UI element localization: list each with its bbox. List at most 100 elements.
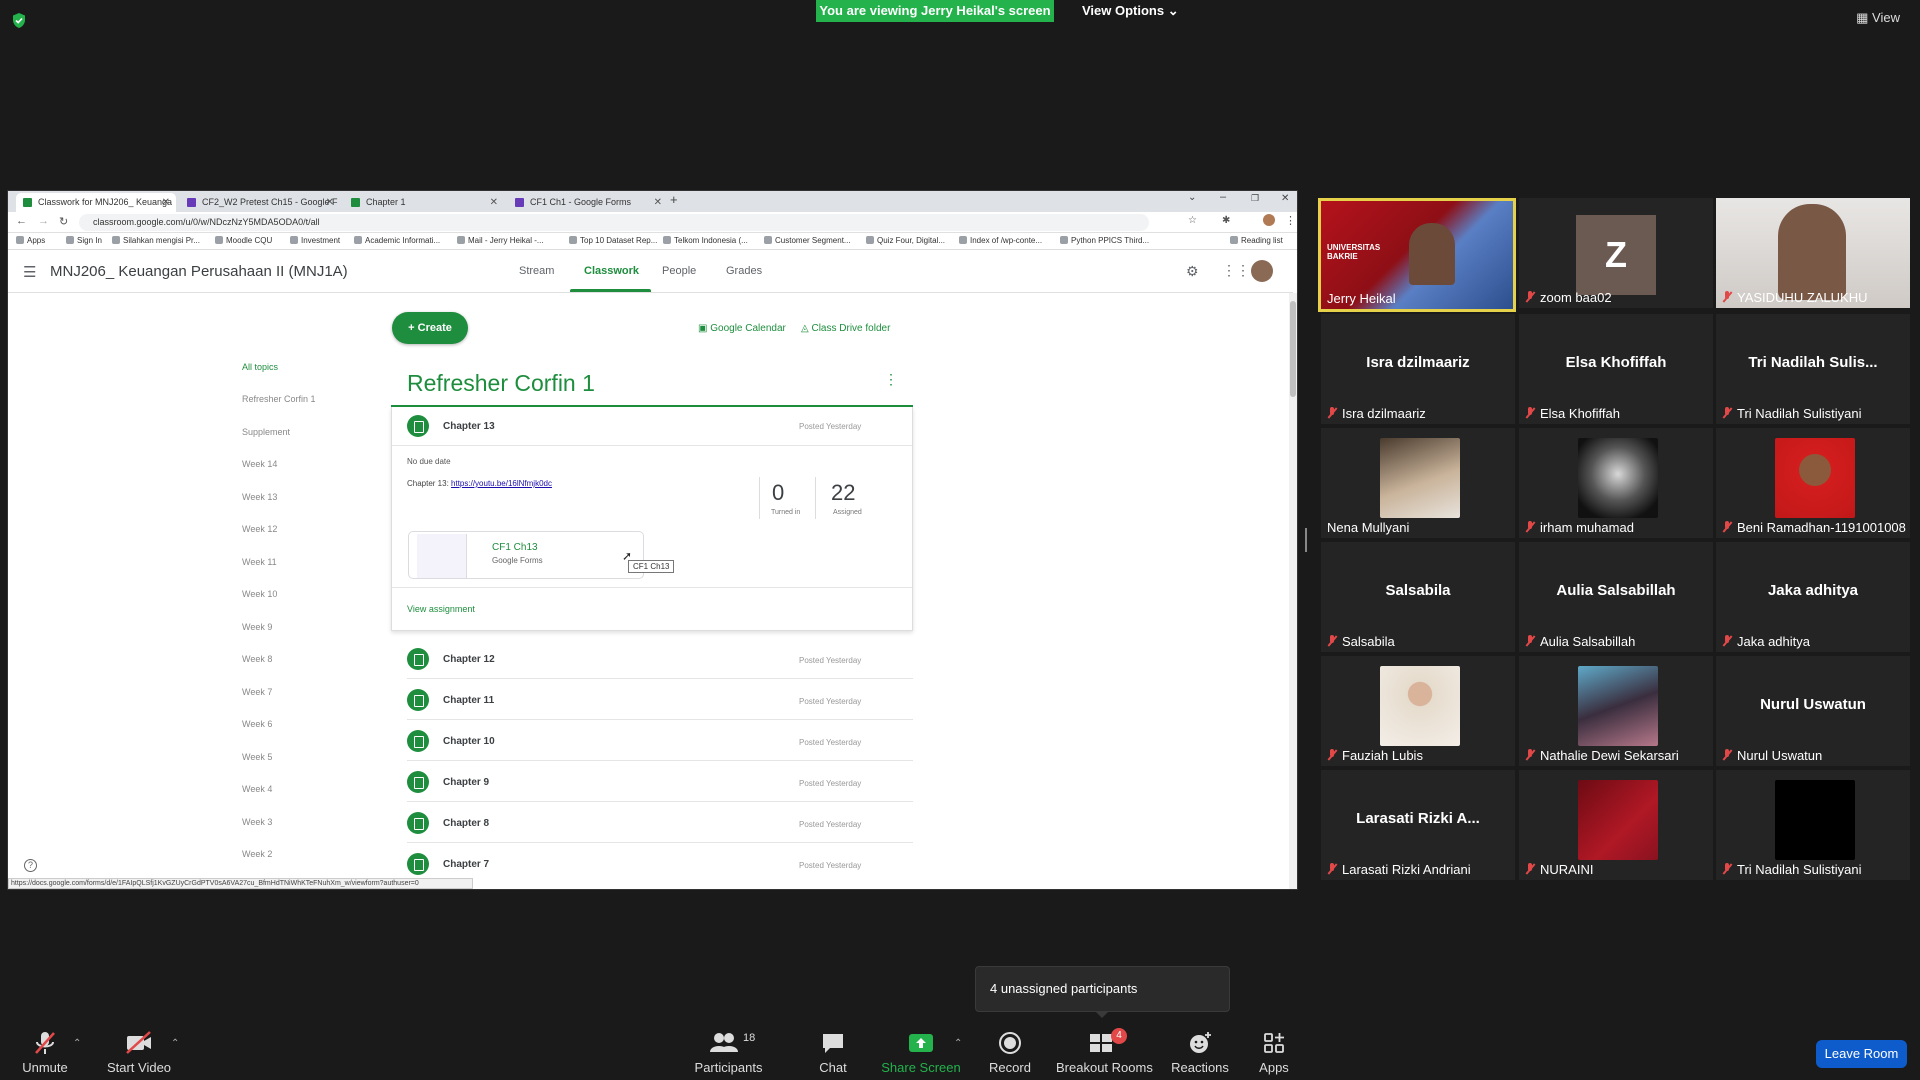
start-video-button[interactable]: Start Video — [104, 1030, 174, 1075]
extensions-icon[interactable]: ✱ — [1222, 215, 1230, 226]
profile-avatar[interactable] — [1263, 214, 1275, 226]
participant-tile[interactable]: Z zoom baa02 — [1519, 198, 1713, 308]
share-screen-button[interactable]: Share Screen — [880, 1030, 962, 1075]
minimize-icon[interactable]: – — [1220, 191, 1226, 203]
browser-tab[interactable]: CF2_W2 Pretest Ch15 - Google F ✕ — [180, 193, 340, 212]
assignment-title[interactable]: Chapter 8 — [443, 818, 489, 829]
topic-item[interactable]: Week 12 — [242, 524, 277, 534]
chevron-up-icon[interactable]: ⌃ — [954, 1038, 962, 1049]
bookmark-item[interactable]: Customer Segment... — [764, 236, 851, 245]
chat-button[interactable]: Chat — [808, 1030, 858, 1075]
assignment-title[interactable]: Chapter 13 — [443, 421, 495, 432]
tab-people[interactable]: People — [662, 265, 696, 277]
participant-tile[interactable]: Nurul Uswatun Nurul Uswatun — [1716, 656, 1910, 766]
assignment-title[interactable]: Chapter 7 — [443, 859, 489, 870]
bookmark-item[interactable]: Quiz Four, Digital... — [866, 236, 945, 245]
window-close-icon[interactable]: ✕ — [1281, 193, 1289, 204]
participant-tile[interactable]: Fauziah Lubis — [1321, 656, 1515, 766]
bookmark-item[interactable]: Academic Informati... — [354, 236, 440, 245]
more-vert-icon[interactable]: ⋮ — [884, 371, 898, 388]
participant-tile[interactable]: irham muhamad — [1519, 428, 1713, 538]
browser-tab[interactable]: Classwork for MNJ206_ Keuanga ✕ — [16, 193, 176, 212]
form-attachment[interactable]: CF1 Ch13 Google Forms — [408, 531, 644, 579]
apps-grid-icon[interactable]: ⋮⋮ — [1222, 262, 1250, 279]
participant-tile[interactable]: Salsabila Salsabila — [1321, 542, 1515, 652]
bookmark-item[interactable]: Moodle CQU — [215, 236, 272, 245]
participant-tile[interactable]: Tri Nadilah Sulistiyani — [1716, 770, 1910, 880]
topic-item[interactable]: Week 9 — [242, 622, 272, 632]
assignment-title[interactable]: Chapter 9 — [443, 777, 489, 788]
participant-tile[interactable]: Isra dzilmaariz Isra dzilmaariz — [1321, 314, 1515, 424]
new-tab-icon[interactable]: + — [670, 192, 678, 207]
topic-item[interactable]: Week 4 — [242, 784, 272, 794]
panel-resize-handle[interactable] — [1305, 528, 1307, 552]
leave-room-button[interactable]: Leave Room — [1816, 1040, 1907, 1068]
assigned-count[interactable]: 22 — [831, 480, 855, 506]
topic-item[interactable]: Refresher Corfin 1 — [242, 394, 316, 404]
reading-list[interactable]: Reading list — [1230, 236, 1283, 245]
topic-item[interactable]: Week 11 — [242, 557, 277, 567]
class-drive-folder-link[interactable]: ◬ Class Drive folder — [801, 323, 890, 334]
unassigned-participants-popup[interactable]: 4 unassigned participants — [975, 966, 1230, 1012]
participant-tile[interactable]: Elsa Khofiffah Elsa Khofiffah — [1519, 314, 1713, 424]
back-icon[interactable]: ← — [16, 215, 27, 227]
bookmark-item[interactable]: Python PPICS Third... — [1060, 236, 1149, 245]
view-options-button[interactable]: View Options ⌄ — [1064, 0, 1189, 22]
participant-tile[interactable]: Beni Ramadhan-1191001008 — [1716, 428, 1910, 538]
tab-stream[interactable]: Stream — [519, 265, 554, 277]
topic-item[interactable]: Week 3 — [242, 817, 272, 827]
tab-search-icon[interactable]: ⌄ — [1188, 192, 1196, 203]
tab-classwork[interactable]: Classwork — [584, 265, 639, 277]
browser-tab[interactable]: CF1 Ch1 - Google Forms ✕ — [508, 193, 668, 212]
close-icon[interactable]: ✕ — [490, 193, 498, 212]
bookmark-item[interactable]: Mail - Jerry Heikal -... — [457, 236, 544, 245]
chevron-up-icon[interactable]: ⌃ — [171, 1038, 179, 1049]
topic-item[interactable]: Week 5 — [242, 752, 272, 762]
browser-tab[interactable]: Chapter 1 ✕ — [344, 193, 504, 212]
participant-tile[interactable]: Jaka adhitya Jaka adhitya — [1716, 542, 1910, 652]
restore-icon[interactable]: ❐ — [1251, 193, 1259, 204]
record-button[interactable]: Record — [985, 1030, 1035, 1075]
help-icon[interactable]: ? — [24, 859, 37, 872]
course-title[interactable]: MNJ206_ Keuangan Perusahaan II (MNJ1A) — [50, 263, 348, 280]
close-icon[interactable]: ✕ — [162, 193, 170, 212]
topic-item[interactable]: Supplement — [242, 427, 290, 437]
scrollbar-thumb[interactable] — [1290, 301, 1296, 397]
create-button[interactable]: + Create — [392, 312, 468, 344]
participants-button[interactable]: 18 Participants — [691, 1030, 766, 1075]
participant-tile[interactable]: NURAINI — [1519, 770, 1713, 880]
unmute-button[interactable]: Unmute — [20, 1030, 70, 1075]
bookmark-item[interactable]: Top 10 Dataset Rep... — [569, 236, 657, 245]
topic-item[interactable]: Week 10 — [242, 589, 277, 599]
topic-item[interactable]: Week 2 — [242, 849, 272, 859]
assignment-title[interactable]: Chapter 11 — [443, 695, 494, 706]
view-button[interactable]: ▦ View — [1856, 10, 1900, 26]
breakout-rooms-button[interactable]: 4 Breakout Rooms — [1056, 1028, 1153, 1075]
youtube-link[interactable]: https://youtu.be/16lNfmjk0dc — [451, 479, 552, 488]
bookmark-item[interactable]: Sign In — [66, 236, 102, 245]
topic-item[interactable]: Week 6 — [242, 719, 272, 729]
reactions-button[interactable]: Reactions — [1167, 1030, 1233, 1075]
close-icon[interactable]: ✕ — [326, 193, 334, 212]
gear-icon[interactable]: ⚙ — [1186, 263, 1199, 280]
view-assignment-link[interactable]: View assignment — [407, 604, 475, 614]
reload-icon[interactable]: ↻ — [59, 215, 68, 228]
turned-in-count[interactable]: 0 — [772, 480, 784, 506]
topic-item[interactable]: Week 14 — [242, 459, 277, 469]
participant-tile-active-speaker[interactable]: UNIVERSITAS BAKRIE Jerry Heikal — [1318, 198, 1516, 312]
bookmark-item[interactable]: Apps — [16, 236, 45, 245]
bookmark-item[interactable]: Telkom Indonesia (... — [663, 236, 748, 245]
participant-tile[interactable]: Tri Nadilah Sulis... Tri Nadilah Sulisti… — [1716, 314, 1910, 424]
topic-item[interactable]: All topics — [242, 362, 278, 372]
bookmark-item[interactable]: Investment — [290, 236, 340, 245]
google-calendar-link[interactable]: ▣ Google Calendar — [698, 323, 786, 334]
hamburger-menu-icon[interactable]: ☰ — [23, 263, 36, 281]
chevron-up-icon[interactable]: ⌃ — [73, 1038, 81, 1049]
bookmark-item[interactable]: Silahkan mengisi Pr... — [112, 236, 200, 245]
topic-item[interactable]: Week 13 — [242, 492, 277, 502]
url-input[interactable]: classroom.google.com/u/0/w/NDczNzY5MDA5O… — [79, 214, 1149, 231]
tab-grades[interactable]: Grades — [726, 265, 762, 277]
star-icon[interactable]: ☆ — [1188, 215, 1197, 226]
participant-tile[interactable]: Larasati Rizki A... Larasati Rizki Andri… — [1321, 770, 1515, 880]
bookmark-item[interactable]: Index of /wp-conte... — [959, 236, 1042, 245]
